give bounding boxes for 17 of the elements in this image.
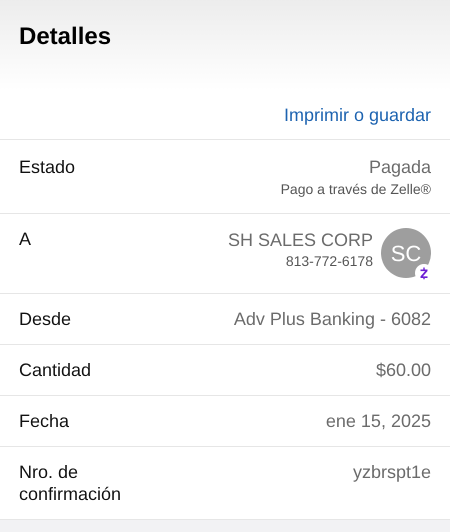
row-note: 813-772-6178 (286, 252, 373, 271)
row-note: Pago a través de Zelle® (280, 180, 431, 199)
row-label: Estado (19, 156, 76, 178)
row-value: ene 15, 2025 (326, 410, 431, 432)
avatar: SC (381, 228, 431, 278)
page-title: Detalles (19, 22, 112, 52)
row-label: Cantidad (19, 359, 92, 381)
print-link[interactable]: Imprimir o guardar (284, 104, 431, 126)
row-value: SH SALES CORP (228, 229, 373, 251)
row-value: $60.00 (376, 359, 431, 381)
row-value: Pagada (368, 156, 431, 178)
row-label: A (19, 228, 32, 250)
row-label: Nro. de confirmación (19, 461, 122, 505)
row-label: Desde (19, 308, 72, 330)
row-label: Fecha (19, 410, 70, 432)
row-value: yzbrspt1e (352, 461, 431, 483)
row-value: Adv Plus Banking - 6082 (234, 308, 431, 330)
